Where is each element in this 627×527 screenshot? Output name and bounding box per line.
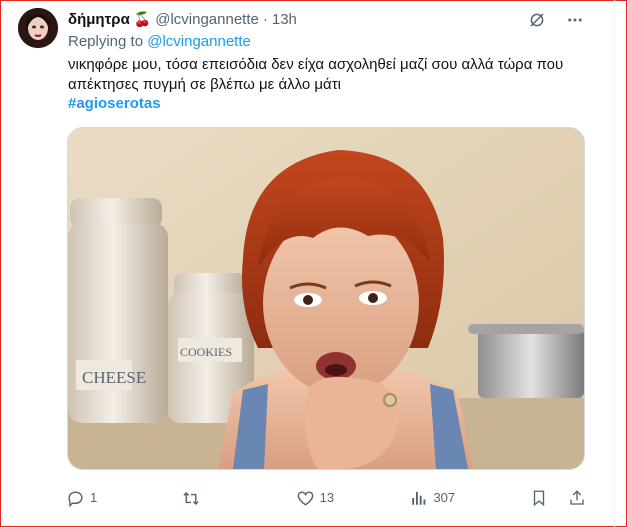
tweet-text: νικηφόρε μου, τόσα επεισόδια δεν είχα ασ… xyxy=(68,56,564,93)
retweet-icon xyxy=(183,491,199,505)
user-handle[interactable]: @lcvingannette xyxy=(155,11,259,28)
view-count: 307 xyxy=(433,490,456,505)
replying-to: Replying to @lcvingannette xyxy=(68,33,251,50)
media-image: CHEESE COOKIES xyxy=(68,128,584,469)
retweet-button[interactable] xyxy=(181,489,221,508)
reply-button[interactable]: 1 xyxy=(66,488,106,508)
tweet-media[interactable]: CHEESE COOKIES xyxy=(67,127,585,470)
more-icon[interactable] xyxy=(565,10,585,30)
avatar-image xyxy=(18,8,58,48)
replying-prefix: Replying to xyxy=(68,33,144,50)
separator-dot: · xyxy=(262,10,268,28)
replying-handle[interactable]: @lcvingannette xyxy=(147,33,251,50)
jar-label-cheese: CHEESE xyxy=(82,368,146,387)
share-button[interactable] xyxy=(568,489,586,507)
timestamp[interactable]: 13h xyxy=(272,11,297,28)
header-actions xyxy=(527,10,585,30)
reply-count: 1 xyxy=(90,490,98,505)
bookmark-icon xyxy=(533,490,545,507)
reply-icon xyxy=(68,490,83,507)
tweet-header: δήμητρα 🍒 @lcvingannette · 13h xyxy=(68,9,297,29)
views-button[interactable]: 307 xyxy=(410,488,455,508)
like-icon xyxy=(297,490,313,506)
like-button[interactable]: 13 xyxy=(296,488,336,508)
views-icon xyxy=(412,492,426,505)
display-name[interactable]: δήμητρα xyxy=(68,11,130,28)
secondary-actions xyxy=(530,489,586,507)
share-icon xyxy=(570,490,584,505)
bookmark-button[interactable] xyxy=(530,489,548,507)
cherry-emoji: 🍒 xyxy=(133,10,152,27)
grok-icon[interactable] xyxy=(527,10,547,30)
jar-label-cookies: COOKIES xyxy=(180,345,232,359)
like-count: 13 xyxy=(319,490,335,505)
hashtag-link[interactable]: #agioserotas xyxy=(68,95,161,112)
avatar[interactable] xyxy=(18,8,58,48)
tweet-actions: 1 13 307 xyxy=(66,488,586,508)
column-divider xyxy=(614,0,615,527)
